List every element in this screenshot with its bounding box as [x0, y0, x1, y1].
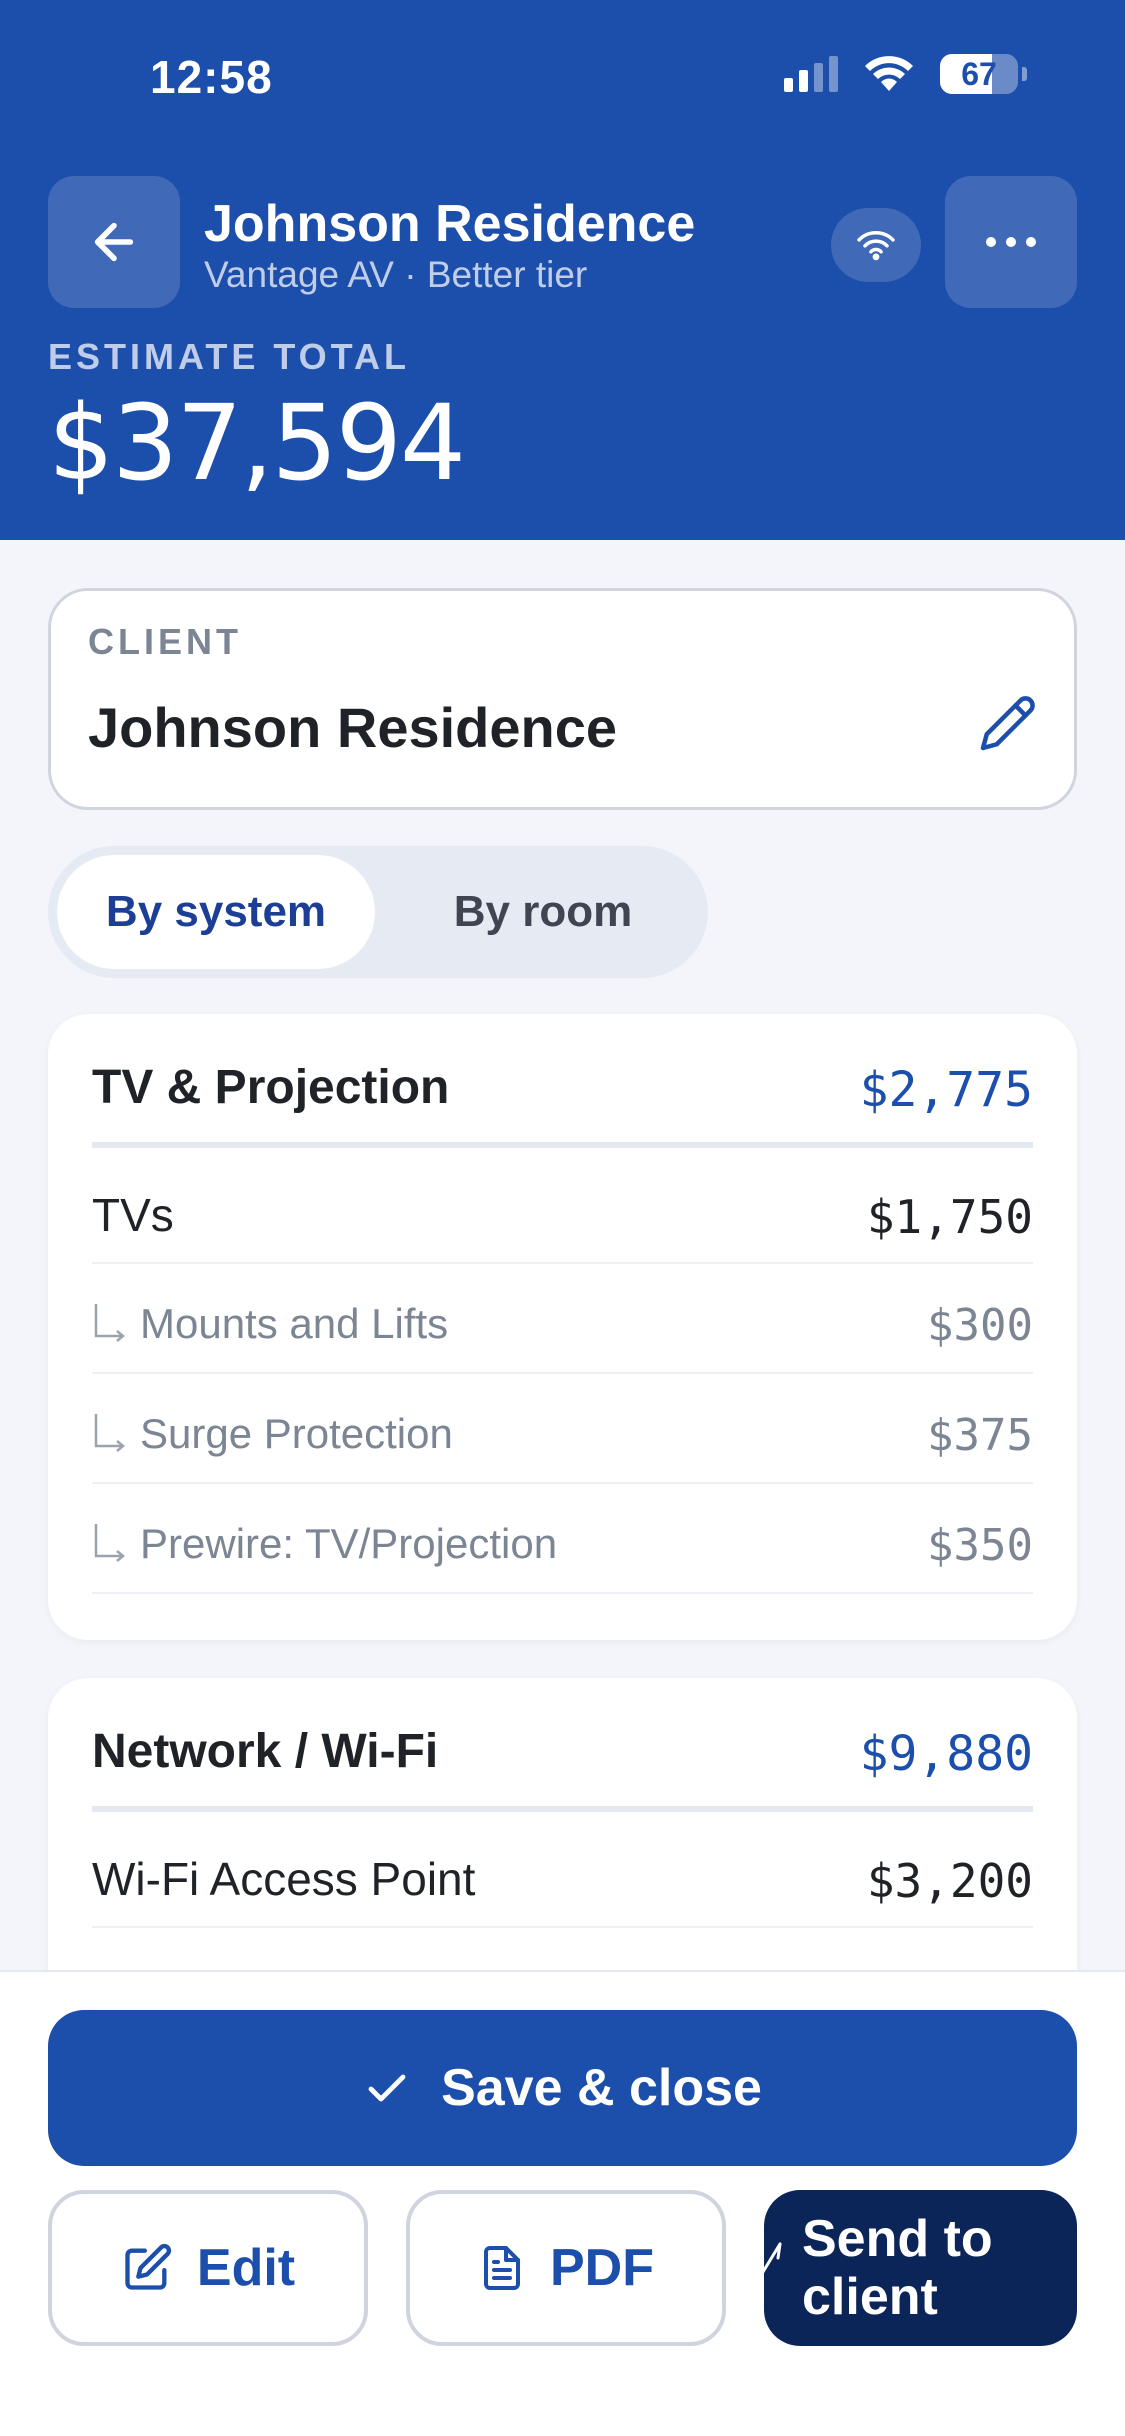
- more-options-button[interactable]: [945, 176, 1077, 308]
- client-card[interactable]: CLIENT Johnson Residence: [48, 588, 1077, 810]
- estimate-total-label: ESTIMATE TOTAL: [48, 336, 410, 377]
- line-item[interactable]: TVs $1,750: [92, 1154, 1033, 1264]
- line-item-label: Wi-Fi Access Point: [92, 1853, 476, 1905]
- section-amount: $9,880: [859, 1726, 1033, 1782]
- line-item-amount: $300: [927, 1300, 1033, 1351]
- back-button[interactable]: [48, 176, 180, 308]
- line-item-amount: $3,200: [866, 1854, 1033, 1908]
- estimate-total-value: $37,594: [48, 382, 466, 504]
- edit-button[interactable]: Edit: [48, 2190, 368, 2346]
- pdf-button[interactable]: PDF: [406, 2190, 726, 2346]
- sub-item-arrow-icon: [94, 1524, 125, 1562]
- battery-tip: [1022, 67, 1027, 81]
- toggle-by-system[interactable]: By system: [57, 855, 375, 969]
- section-header[interactable]: TV & Projection $2,775: [92, 1014, 1033, 1148]
- pdf-label: PDF: [550, 2239, 654, 2297]
- line-item-label: Prewire: TV/Projection: [140, 1520, 558, 1567]
- document-icon: [484, 2246, 520, 2290]
- send-to-client-button[interactable]: Send to client: [756, 2190, 1077, 2346]
- sub-item-arrow-icon: [94, 1414, 125, 1452]
- toggle-by-room[interactable]: By room: [388, 855, 698, 969]
- section-amount: $2,775: [859, 1062, 1033, 1118]
- status-time: 12:58: [150, 51, 273, 103]
- line-item-amount: $1,750: [866, 1190, 1033, 1244]
- wifi-status-icon: [865, 56, 913, 91]
- pencil-icon[interactable]: [978, 693, 1038, 753]
- client-label: CLIENT: [88, 621, 242, 662]
- view-toggle: By system By room: [48, 846, 708, 978]
- page-title: Johnson Residence: [204, 195, 696, 253]
- sub-line-item[interactable]: Mounts and Lifts $300: [92, 1264, 1033, 1374]
- section-title: Network / Wi-Fi: [92, 1725, 439, 1778]
- line-item-amount: $350: [927, 1520, 1033, 1571]
- header: 12:58 67 Johnson Residence Vantage AV · …: [0, 0, 1125, 540]
- arrow-left-icon: [94, 222, 134, 262]
- sub-line-item[interactable]: Surge Protection $375: [92, 1374, 1033, 1484]
- edit-label: Edit: [196, 2239, 296, 2297]
- section-card-tv-projection: TV & Projection $2,775 TVs $1,750 Mounts…: [48, 1014, 1077, 1640]
- more-horizontal-icon: [986, 237, 1036, 247]
- section-title: TV & Projection: [92, 1061, 450, 1114]
- save-close-button[interactable]: Save & close: [48, 2010, 1077, 2166]
- send-to-client-label: Send to client: [802, 2210, 993, 2326]
- send-icon: [756, 2242, 782, 2282]
- line-item[interactable]: Wi-Fi Access Point $3,200: [92, 1818, 1033, 1928]
- check-icon: [368, 2074, 406, 2102]
- status-icons: 67: [784, 54, 1027, 94]
- line-item-label: Mounts and Lifts: [140, 1300, 449, 1347]
- sub-line-item[interactable]: Prewire: TV/Projection $350: [92, 1484, 1033, 1594]
- sub-item-arrow-icon: [94, 1304, 125, 1342]
- bottom-action-bar: Save & close Edit PDF Send to client: [0, 1970, 1125, 2436]
- battery-icon: 67: [940, 54, 1018, 94]
- edit-icon: [125, 2243, 171, 2290]
- section-header[interactable]: Network / Wi-Fi $9,880: [92, 1678, 1033, 1812]
- cellular-signal-icon: [784, 56, 838, 92]
- page-subtitle: Vantage AV · Better tier: [204, 254, 588, 295]
- save-close-label: Save & close: [441, 2059, 762, 2117]
- battery-percent: 67: [961, 55, 997, 92]
- connection-status-button[interactable]: [831, 208, 921, 282]
- wifi-icon: [857, 231, 895, 261]
- line-item-label: TVs: [92, 1189, 174, 1241]
- line-item-label: Surge Protection: [140, 1410, 453, 1457]
- line-item-amount: $375: [927, 1410, 1033, 1461]
- client-name: Johnson Residence: [88, 696, 618, 759]
